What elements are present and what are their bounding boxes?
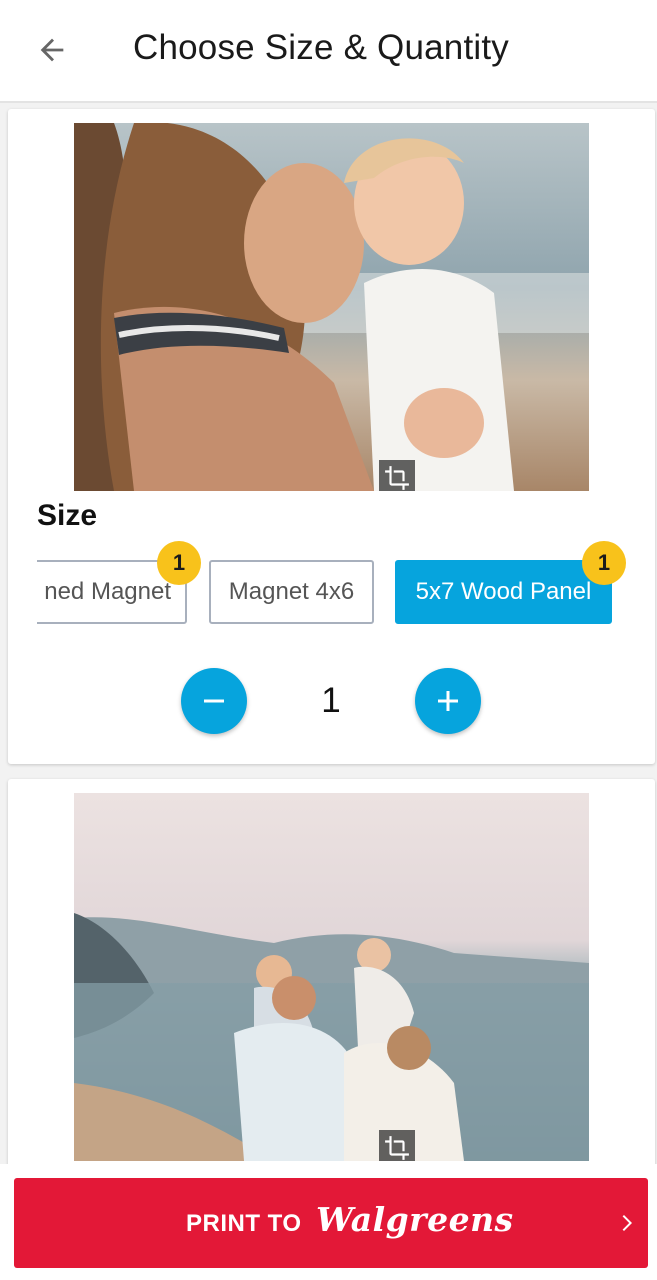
photo-image [74,123,589,491]
walgreens-logo: Walgreens [316,1200,514,1239]
photo-card [8,779,655,1179]
minus-icon [204,699,224,703]
page-title: Choose Size & Quantity [133,28,509,67]
chevron-right-icon [612,1208,640,1238]
quantity-value: 1 [321,681,341,720]
crop-icon [385,1136,409,1160]
app-bar: Choose Size & Quantity [0,0,657,103]
crop-icon [385,466,409,490]
increase-quantity-button[interactable] [415,668,481,734]
size-option-5x7-wood-panel[interactable]: 5x7 Wood Panel [395,560,612,624]
crop-button[interactable] [379,460,415,491]
size-options[interactable]: ned Magnet 1 Magnet 4x6 5x7 Wood Panel 1 [37,541,655,631]
photo-image [74,793,589,1161]
size-option-magnet-4x6[interactable]: Magnet 4x6 [209,560,374,624]
back-button[interactable] [22,22,82,78]
decrease-quantity-button[interactable] [181,668,247,734]
photo-preview[interactable] [74,793,589,1161]
print-to-walgreens-button[interactable]: PRINT TO Walgreens [14,1178,648,1268]
plus-icon [438,691,458,711]
print-label: PRINT TO [186,1210,302,1237]
photo-preview[interactable] [74,123,589,491]
size-option-label: Magnet 4x6 [228,578,355,605]
quantity-badge: 1 [582,541,626,585]
photo-card: Size ned Magnet 1 Magnet 4x6 5x7 Wood Pa… [8,109,655,764]
quantity-badge: 1 [157,541,201,585]
size-heading: Size [37,499,98,532]
arrow-back-icon [40,38,64,62]
size-option-label: 5x7 Wood Panel [415,578,592,605]
crop-button[interactable] [379,1130,415,1161]
size-option-label: ned Magnet [44,578,171,605]
